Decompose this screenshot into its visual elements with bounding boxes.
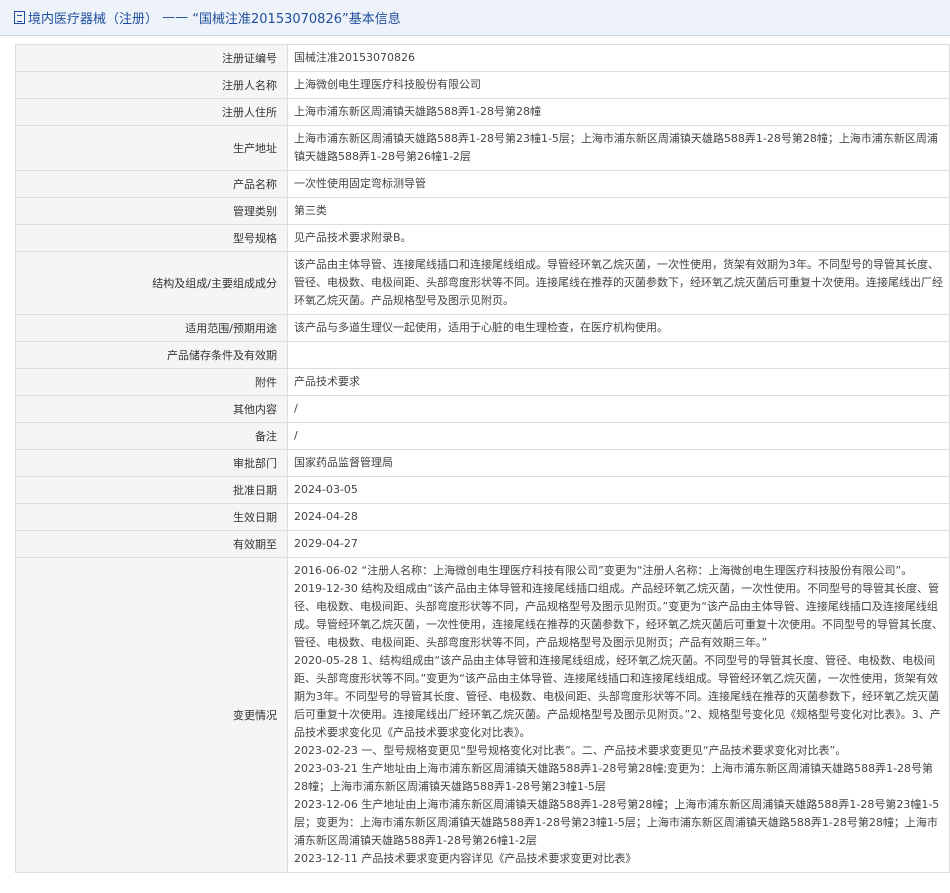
table-row: 注册人住所 上海市浦东新区周浦镇天雄路588弄1-28号第28幢 [15, 98, 950, 126]
table-row: 注册证编号 国械注准20153070826 [15, 44, 950, 72]
row-value: / [287, 422, 950, 450]
row-label: 生产地址 [15, 125, 288, 171]
table-row: 备注 / [15, 422, 950, 450]
row-value: 上海市浦东新区周浦镇天雄路588弄1-28号第23幢1-5层；上海市浦东新区周浦… [287, 125, 950, 171]
row-label: 有效期至 [15, 530, 288, 558]
row-value: 一次性使用固定弯标测导管 [287, 170, 950, 198]
table-row: 产品储存条件及有效期 [15, 341, 950, 369]
row-value: / [287, 395, 950, 423]
row-label: 产品储存条件及有效期 [15, 341, 288, 369]
row-label: 审批部门 [15, 449, 288, 477]
row-label: 备注 [15, 422, 288, 450]
change-entry: 2019-12-30 结构及组成由“该产品由主体导管和连接尾线插口组成。产品经环… [294, 582, 943, 649]
changes-value: 2016-06-02 “注册人名称：上海微创电生理医疗科技有限公司”变更为“注册… [287, 557, 950, 873]
row-value: 2024-04-28 [287, 503, 950, 531]
row-value: 见产品技术要求附录B。 [287, 224, 950, 252]
header-prefix: 境内医疗器械（注册） [28, 12, 159, 27]
change-entry: 2023-12-11 产品技术要求变更内容详见《产品技术要求变更对比表》 [294, 852, 637, 865]
row-value: 第三类 [287, 197, 950, 225]
changes-label: 变更情况 [15, 557, 288, 873]
table-row: 产品名称 一次性使用固定弯标测导管 [15, 170, 950, 198]
table-row: 其他内容 / [15, 395, 950, 423]
table-row: 生产地址 上海市浦东新区周浦镇天雄路588弄1-28号第23幢1-5层；上海市浦… [15, 125, 950, 171]
document-icon [14, 11, 25, 24]
table-row: 有效期至 2029-04-27 [15, 530, 950, 558]
row-label: 批准日期 [15, 476, 288, 504]
table-row-changes: 变更情况 2016-06-02 “注册人名称：上海微创电生理医疗科技有限公司”变… [15, 557, 950, 873]
table-row: 型号规格 见产品技术要求附录B。 [15, 224, 950, 252]
row-label: 注册证编号 [15, 44, 288, 72]
row-label: 注册人住所 [15, 98, 288, 126]
row-label: 适用范围/预期用途 [15, 314, 288, 342]
table-row: 管理类别 第三类 [15, 197, 950, 225]
basic-info-table: 注册证编号 国械注准20153070826 注册人名称 上海微创电生理医疗科技股… [15, 44, 950, 873]
row-label: 附件 [15, 368, 288, 396]
change-entry: 2023-02-23 一、型号规格变更见“型号规格变化对比表”。二、产品技术要求… [294, 744, 847, 757]
row-value: 该产品与多道生理仪一起使用，适用于心脏的电生理检查，在医疗机构使用。 [287, 314, 950, 342]
table-row: 结构及组成/主要组成成分 该产品由主体导管、连接尾线插口和连接尾线组成。导管经环… [15, 251, 950, 315]
row-label: 管理类别 [15, 197, 288, 225]
header-suffix: 基本信息 [348, 12, 401, 27]
table-row: 批准日期 2024-03-05 [15, 476, 950, 504]
row-value: 国家药品监督管理局 [287, 449, 950, 477]
header-registration-number: “国械注准20153070826” [192, 12, 349, 27]
row-value: 国械注准20153070826 [287, 44, 950, 72]
change-entry: 2023-12-06 生产地址由上海市浦东新区周浦镇天雄路588弄1-28号第2… [294, 798, 940, 847]
row-value: 2024-03-05 [287, 476, 950, 504]
row-label: 其他内容 [15, 395, 288, 423]
header-dash: —— [158, 10, 193, 25]
row-label: 生效日期 [15, 503, 288, 531]
change-entry: 2020-05-28 1、结构组成由“该产品由主体导管和连接尾线组成，经环氧乙烷… [294, 654, 941, 739]
row-label: 注册人名称 [15, 71, 288, 99]
table-row: 审批部门 国家药品监督管理局 [15, 449, 950, 477]
row-label: 产品名称 [15, 170, 288, 198]
table-row: 注册人名称 上海微创电生理医疗科技股份有限公司 [15, 71, 950, 99]
row-value: 上海微创电生理医疗科技股份有限公司 [287, 71, 950, 99]
row-label: 型号规格 [15, 224, 288, 252]
row-label: 结构及组成/主要组成成分 [15, 251, 288, 315]
row-value: 2029-04-27 [287, 530, 950, 558]
row-value [287, 341, 950, 369]
row-value: 上海市浦东新区周浦镇天雄路588弄1-28号第28幢 [287, 98, 950, 126]
change-entry: 2023-03-21 生产地址由上海市浦东新区周浦镇天雄路588弄1-28号第2… [294, 762, 934, 793]
page-header: 境内医疗器械（注册） —— “国械注准20153070826” 基本信息 [0, 0, 950, 36]
change-entry: 2016-06-02 “注册人名称：上海微创电生理医疗科技有限公司”变更为“注册… [294, 564, 913, 577]
table-row: 生效日期 2024-04-28 [15, 503, 950, 531]
row-value: 产品技术要求 [287, 368, 950, 396]
table-row: 适用范围/预期用途 该产品与多道生理仪一起使用，适用于心脏的电生理检查，在医疗机… [15, 314, 950, 342]
row-value: 该产品由主体导管、连接尾线插口和连接尾线组成。导管经环氧乙烷灭菌，一次性使用，货… [287, 251, 950, 315]
table-row: 附件 产品技术要求 [15, 368, 950, 396]
